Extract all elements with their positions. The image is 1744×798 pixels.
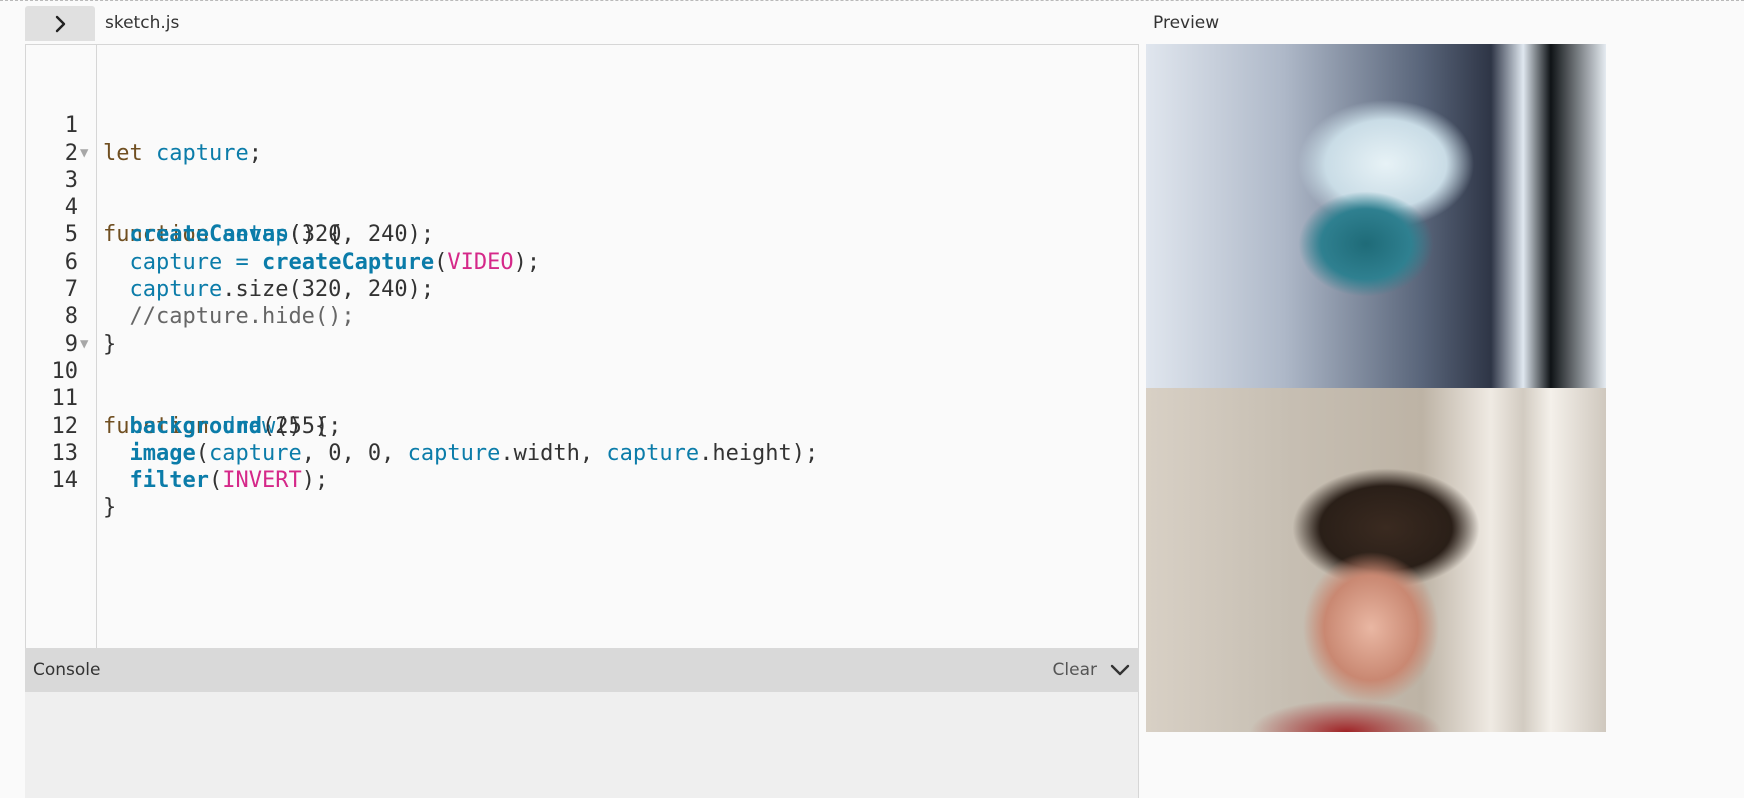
fold-triangle-icon[interactable]: ▼ [80,331,88,358]
console-clear-button[interactable]: Clear [1053,660,1097,680]
chevron-down-icon[interactable] [1109,660,1131,680]
fold-triangle-icon[interactable]: ▼ [80,140,88,167]
file-name-tab[interactable]: sketch.js [105,13,179,33]
code-line: 5 capture = createCapture(VIDEO); [26,194,1138,274]
console-output [25,692,1139,798]
code-line: 11 background(255); [26,358,1138,438]
code-line: 9 [26,303,1138,357]
code-line: 13 filter(INVERT); [26,413,1138,493]
console-header: Console Clear [25,648,1139,692]
sketch-canvas-inverted [1146,44,1606,388]
code-line: 14 } [26,440,1138,520]
code-line: 8 } [26,276,1138,356]
p5-editor: sketch.js Preview 1 let capture; 2 3 ▼ f… [0,0,1744,798]
code-line: 7 //capture.hide(); [26,249,1138,329]
code-text: } [103,495,117,521]
sidebar-toggle-button[interactable] [25,6,95,41]
top-divider [0,0,1744,1]
code-line: 12 image(capture, 0, 0, capture.width, c… [26,385,1138,466]
code-line: 4 createCanvas(320, 240); [26,167,1138,247]
preview-label: Preview [1153,13,1220,33]
line-number: 14 [51,468,79,494]
code-line: 6 capture.size(320, 240); [26,221,1138,302]
code-line: 3 ▼ function setup() { [26,140,1138,248]
code-line: 10 ▼ function draw() { [26,331,1138,439]
code-text: filter(INVERT); [129,468,329,494]
preview-frame[interactable] [1146,44,1606,733]
code-area[interactable]: 1 let capture; 2 3 ▼ function setup() { … [26,85,1138,520]
webcam-video-feed [1146,388,1606,732]
code-line: 1 let capture; [26,85,1138,165]
code-line: 2 [26,112,1138,166]
console-title: Console [33,660,101,680]
code-editor[interactable]: 1 let capture; 2 3 ▼ function setup() { … [25,44,1139,648]
chevron-right-icon [55,15,66,32]
